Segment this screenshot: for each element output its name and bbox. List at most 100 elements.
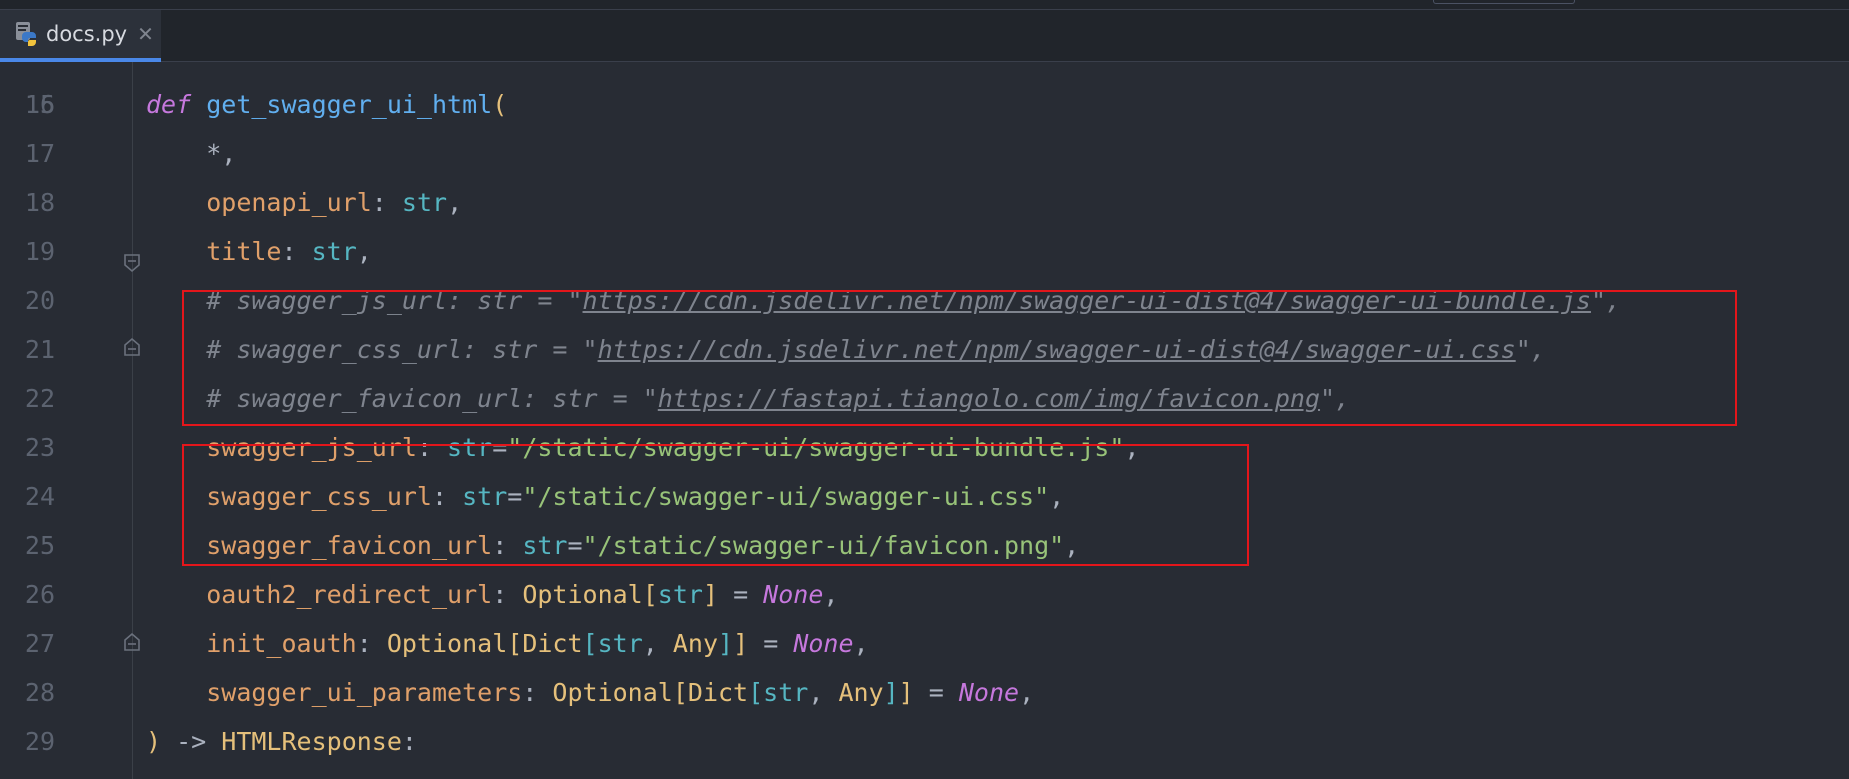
code-token: str [763,678,809,707]
code-text: # swagger_css_url: str = "https://cdn.js… [146,325,1546,374]
code-line[interactable]: 24 swagger_css_url: str="/static/swagger… [0,472,1849,521]
code-token: str [657,580,703,609]
code-line[interactable]: 19 title: str, [0,227,1849,276]
code-line[interactable]: 18 openapi_url: str, [0,178,1849,227]
code-token: = [718,580,764,609]
code-token: str [401,188,448,217]
code-line[interactable]: 29) -> HTMLResponse: [0,717,1849,766]
code-token: # swagger_js_url: str = " [206,286,583,315]
code-token: , [1124,433,1140,462]
code-line[interactable]: 22 # swagger_favicon_url: str = "https:/… [0,374,1849,423]
code-token: HTMLResponse [221,727,402,756]
code-line[interactable]: 17 *, [0,129,1849,178]
code-line[interactable]: 23 swagger_js_url: str="/static/swagger-… [0,423,1849,472]
code-token: str [597,629,643,658]
line-number: 23 [24,433,55,462]
code-token: Optional [522,580,643,609]
code-token: = [748,629,794,658]
line-number: 25 [24,531,55,560]
fold-start-icon[interactable] [122,253,142,273]
code-token: *, [146,139,237,168]
code-token: = [507,482,523,511]
code-token: "/static/swagger-ui/swagger-ui.css" [522,482,1050,511]
code-line[interactable]: 25 swagger_favicon_url: str="/static/swa… [0,521,1849,570]
code-token: , [447,188,463,217]
code-token: "/static/swagger-ui/favicon.png" [582,531,1065,560]
code-token: [ [748,678,764,707]
code-token: ] [883,678,899,707]
code-line[interactable]: 20 # swagger_js_url: str = "https://cdn.… [0,276,1849,325]
line-number: 28 [24,678,55,707]
code-text: swagger_favicon_url: str="/static/swagge… [146,521,1079,570]
code-line-partial: 15 [0,62,1849,119]
code-token: swagger_favicon_url [206,531,493,560]
code-token: ) [146,727,162,756]
code-token: , [1019,678,1035,707]
editor-tab-bar: docs.py ✕ [0,10,1849,62]
code-token: https://fastapi.tiangolo.com/img/favicon… [657,384,1321,413]
code-token: oauth2_redirect_url [206,580,493,609]
code-line[interactable]: 27 init_oauth: Optional[Dict[str, Any]] … [0,619,1849,668]
code-token: ", [1320,384,1351,413]
code-token: : [492,580,523,609]
code-token: def [146,90,192,119]
code-token: , [356,237,372,266]
code-token: # swagger_css_url: str = " [206,335,598,364]
code-token: get_swagger_ui_html [206,90,493,119]
code-text: init_oauth: Optional[Dict[str, Any]] = N… [146,619,869,668]
code-line[interactable]: 28 swagger_ui_parameters: Optional[Dict[… [0,668,1849,717]
code-token: , [808,678,839,707]
code-text: swagger_ui_parameters: Optional[Dict[str… [146,668,1034,717]
code-line[interactable]: 26 oauth2_redirect_url: Optional[str] = … [0,570,1849,619]
line-number: 22 [24,384,55,413]
code-token: https://cdn.jsdelivr.net/npm/swagger-ui-… [582,286,1591,315]
line-number: 26 [24,580,55,609]
code-token: str [462,482,508,511]
code-token: : [492,531,523,560]
code-line[interactable]: 16 def get_swagger_ui_html( [0,80,1849,129]
code-token: , [1049,482,1065,511]
code-token: https://cdn.jsdelivr.net/npm/swagger-ui-… [597,335,1516,364]
code-text: title: str, [146,227,372,276]
code-token: swagger_js_url [206,433,417,462]
tab-file-name: docs.py [46,22,128,46]
code-text: swagger_js_url: str="/static/swagger-ui/… [146,423,1139,472]
code-line[interactable]: 21 # swagger_css_url: str = "https://cdn… [0,325,1849,374]
code-token: Any [672,629,719,658]
code-token: ] [733,629,749,658]
code-token: , [853,629,869,658]
code-token: None [763,580,824,609]
fold-end-icon[interactable] [122,337,142,357]
close-icon[interactable]: ✕ [137,22,154,46]
code-token: str [522,531,568,560]
tab-docs-py[interactable]: docs.py ✕ [0,10,161,62]
code-token: ", [1590,286,1622,315]
line-number: 17 [24,139,55,168]
fold-end-icon[interactable] [122,632,142,652]
line-number: 16 [24,90,55,119]
line-number: 24 [24,482,55,511]
code-token: : [401,727,417,756]
code-token: = [492,433,508,462]
code-token: None [958,678,1020,707]
code-token: ] [898,678,914,707]
code-token: # swagger_favicon_url: str = " [206,384,658,413]
code-token: : [416,433,448,462]
code-token: , [823,580,839,609]
line-number: 27 [24,629,55,658]
code-editor[interactable]: 15 16 def get_swagger_ui_html(17 *, 18 ope… [0,62,1849,779]
toolbar-fragment [1433,0,1575,4]
code-text: *, [146,129,236,178]
code-token: [ [642,580,658,609]
code-text: openapi_url: str, [146,178,462,227]
window-top-strip [0,0,1849,10]
